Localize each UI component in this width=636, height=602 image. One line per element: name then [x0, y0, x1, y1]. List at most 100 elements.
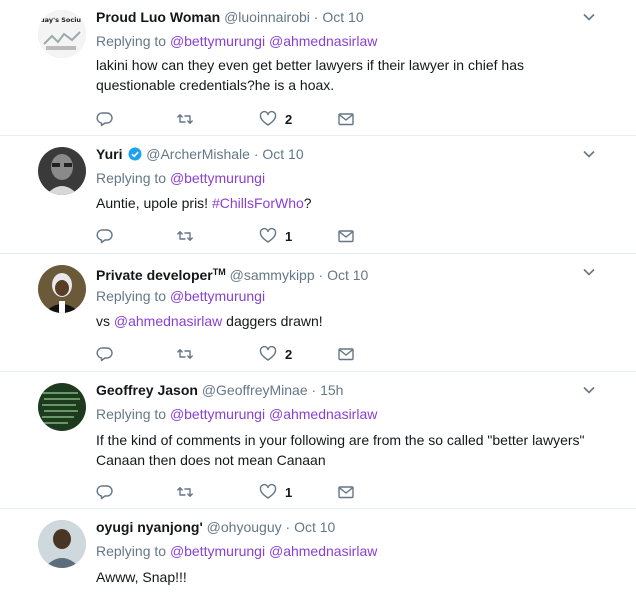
- reply-icon: [96, 229, 113, 244]
- chevron-down-icon[interactable]: [582, 265, 596, 279]
- dm-button[interactable]: [337, 109, 355, 129]
- tweet-header: Proud Luo Woman @luoinnairobi · Oct 10: [96, 8, 364, 26]
- heart-icon: [259, 110, 277, 126]
- like-button[interactable]: 1: [259, 226, 292, 246]
- dm-button[interactable]: [337, 482, 355, 502]
- like-count: 2: [285, 111, 293, 127]
- mention-link[interactable]: @ahmednasirlaw: [269, 33, 377, 49]
- avatar[interactable]: [38, 383, 86, 431]
- tweet-text-part: Auntie, upole pris!: [96, 195, 212, 211]
- reply-button[interactable]: [96, 482, 114, 502]
- tweet-text-line: Canaan then does not mean Canaan: [96, 452, 326, 468]
- verified-badge-icon: [128, 147, 142, 161]
- reply-button[interactable]: [96, 109, 114, 129]
- mention-link[interactable]: @bettymurungi: [170, 33, 265, 49]
- reply-icon: [96, 347, 113, 362]
- tweet-text-line: lakini how can they even get better lawy…: [96, 57, 524, 73]
- like-count: 1: [285, 484, 293, 500]
- display-name[interactable]: Yuri: [96, 146, 122, 162]
- mention-link[interactable]: @bettymurungi: [170, 170, 265, 186]
- like-button[interactable]: 1: [259, 482, 292, 502]
- avatar-text: day's Sociu: [40, 16, 81, 24]
- tweet-header: oyugi nyanjong' @ohyouguy · Oct 10: [96, 518, 335, 536]
- dm-button[interactable]: [337, 344, 355, 364]
- timestamp[interactable]: Oct 10: [327, 267, 368, 283]
- chevron-down-icon[interactable]: [582, 383, 596, 397]
- reply-button[interactable]: [96, 344, 114, 364]
- retweet-button[interactable]: [176, 344, 194, 364]
- timestamp[interactable]: 15h: [320, 382, 343, 398]
- tweet[interactable]: oyugi nyanjong' @ohyouguy · Oct 10 Reply…: [0, 510, 636, 602]
- envelope-icon: [338, 486, 354, 499]
- tweet-text: If the kind of comments in your followin…: [96, 430, 616, 470]
- replying-to-label: Replying to: [96, 543, 167, 559]
- tweet[interactable]: Geoffrey Jason @GeoffreyMinae · 15h Repl…: [0, 373, 636, 509]
- handle[interactable]: @ohyouguy: [207, 519, 282, 535]
- replying-to: Replying to @bettymurungi @ahmednasirlaw: [96, 542, 377, 560]
- display-name[interactable]: Geoffrey Jason: [96, 382, 198, 398]
- avatar[interactable]: [38, 147, 86, 195]
- like-count: 2: [285, 346, 293, 362]
- dm-button[interactable]: [337, 226, 355, 246]
- retweet-button[interactable]: [176, 482, 194, 502]
- retweet-icon: [177, 487, 193, 497]
- tweet-text-part: vs: [96, 313, 114, 329]
- timestamp[interactable]: Oct 10: [322, 9, 363, 25]
- tweet-text: Awww, Snap!!!: [96, 569, 187, 585]
- tweet-header: Yuri @ArcherMishale · Oct 10: [96, 145, 304, 163]
- tweet-text-part: daggers drawn!: [222, 313, 323, 329]
- retweet-icon: [177, 231, 193, 241]
- tweet-text: lakini how can they even get better lawy…: [96, 55, 556, 95]
- retweet-icon: [177, 114, 193, 124]
- separator-dot: ·: [313, 9, 319, 25]
- display-name-text: Private developer: [96, 267, 213, 283]
- like-button[interactable]: 2: [259, 344, 292, 364]
- display-name[interactable]: Proud Luo Woman: [96, 9, 220, 25]
- reply-feed: day's Sociu Proud Luo Woman @luoinnairob…: [0, 0, 636, 602]
- replying-to-label: Replying to: [96, 33, 167, 49]
- reply-icon: [96, 112, 113, 127]
- tweet-header: Geoffrey Jason @GeoffreyMinae · 15h: [96, 381, 343, 399]
- mention-link[interactable]: @bettymurungi: [170, 288, 265, 304]
- display-name[interactable]: Private developerTM: [96, 267, 226, 283]
- reply-button[interactable]: [96, 226, 114, 246]
- chevron-down-icon[interactable]: [582, 147, 596, 161]
- envelope-icon: [338, 113, 354, 126]
- separator-dot: ·: [318, 267, 324, 283]
- replying-to: Replying to @bettymurungi @ahmednasirlaw: [96, 405, 377, 423]
- heart-icon: [259, 483, 277, 499]
- hashtag-link[interactable]: #ChillsForWho: [212, 195, 304, 211]
- timestamp[interactable]: Oct 10: [262, 146, 303, 162]
- like-button[interactable]: 2: [259, 109, 292, 129]
- heart-icon: [259, 227, 277, 243]
- mention-link[interactable]: @ahmednasirlaw: [269, 406, 377, 422]
- tweet-text-part: ?: [303, 195, 312, 211]
- like-count: 1: [285, 228, 293, 244]
- reply-icon: [96, 485, 113, 500]
- tweet-text: vs @ahmednasirlaw daggers drawn!: [96, 311, 556, 331]
- mention-link[interactable]: @ahmednasirlaw: [269, 543, 377, 559]
- avatar[interactable]: [38, 520, 86, 568]
- tweet[interactable]: Private developerTM @sammykipp · Oct 10 …: [0, 255, 636, 372]
- retweet-button[interactable]: [176, 109, 194, 129]
- replying-to: Replying to @bettymurungi: [96, 287, 265, 305]
- mention-link[interactable]: @ahmednasirlaw: [114, 313, 222, 329]
- handle[interactable]: @GeoffreyMinae: [202, 382, 308, 398]
- handle[interactable]: @luoinnairobi: [224, 9, 310, 25]
- tweet-text-line: If the kind of comments in your followin…: [96, 432, 585, 448]
- tweet[interactable]: day's Sociu Proud Luo Woman @luoinnairob…: [0, 0, 636, 136]
- avatar[interactable]: [38, 265, 86, 313]
- replying-to-label: Replying to: [96, 406, 167, 422]
- handle[interactable]: @sammykipp: [230, 267, 315, 283]
- avatar[interactable]: day's Sociu: [38, 10, 86, 58]
- timestamp[interactable]: Oct 10: [294, 519, 335, 535]
- retweet-button[interactable]: [176, 226, 194, 246]
- replying-to: Replying to @bettymurungi: [96, 169, 265, 187]
- separator-dot: ·: [253, 146, 259, 162]
- tweet[interactable]: Yuri @ArcherMishale · Oct 10 Replying to…: [0, 137, 636, 254]
- chevron-down-icon[interactable]: [582, 10, 596, 24]
- display-name[interactable]: oyugi nyanjong': [96, 519, 203, 535]
- mention-link[interactable]: @bettymurungi: [170, 543, 265, 559]
- mention-link[interactable]: @bettymurungi: [170, 406, 265, 422]
- handle[interactable]: @ArcherMishale: [146, 146, 250, 162]
